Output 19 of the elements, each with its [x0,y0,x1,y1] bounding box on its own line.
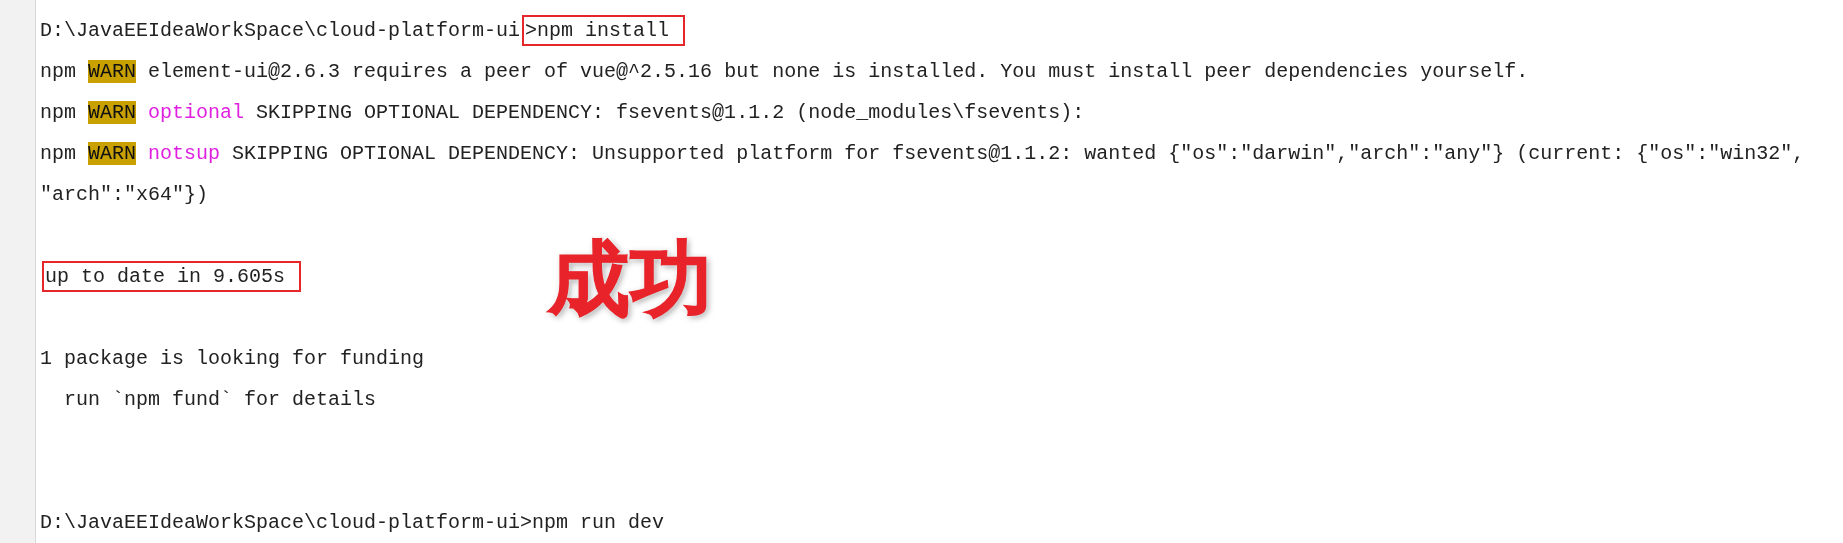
output-text: "arch":"x64"}) [40,182,209,206]
keyword-text: notsup [148,141,221,165]
output-text: SKIPPING OPTIONAL DEPENDENCY: Unsupported platform for fsevents@1.1.2: wanted {"os":"darwin","arch":"any"} (current: {"os":"win32", [232,141,1805,165]
highlighted-text: >npm install [522,14,686,46]
output-text: SKIPPING OPTIONAL DEPENDENCY: fsevents@1.1.2 (node_modules\fsevents): [256,100,1085,124]
output-text: npm [40,141,76,165]
output-text: run `npm fund` for details [63,387,377,411]
output-text: npm [40,100,76,124]
output-text: element-ui@2.6.3 requires a peer of vue@^2.5.16 but none is installed. You must install peer dependencies yourself. [148,59,1529,83]
output-text: D:\JavaEEIdeaWorkSpace\cloud-platform-ui>npm run dev [40,510,665,534]
keyword-text: optional [148,100,245,124]
warn-label: WARN [88,100,137,124]
output-text: D:\JavaEEIdeaWorkSpace\cloud-platform-ui [40,18,521,42]
output-text: 1 package is looking for funding [40,346,425,370]
output-text: npm [40,59,76,83]
highlighted-text: up to date in 9.605s [42,260,302,292]
warn-label: WARN [88,141,137,165]
warn-label: WARN [88,59,137,83]
annotation-text: 成功 [548,238,712,320]
